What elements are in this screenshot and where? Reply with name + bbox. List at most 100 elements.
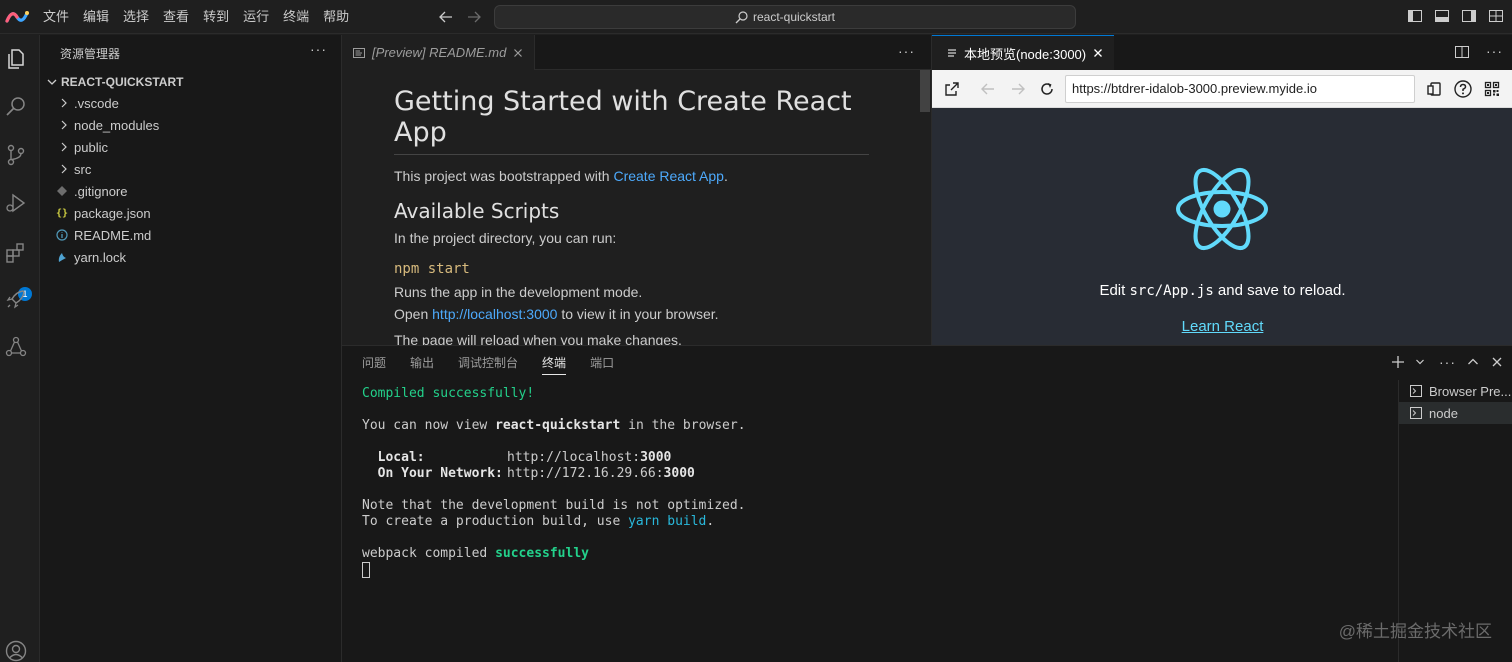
tree-folder-public[interactable]: public (40, 136, 342, 158)
tree-folder-node-modules[interactable]: node_modules (40, 114, 342, 136)
preview-tab-actions: ··· (1454, 44, 1503, 60)
tab-local-preview[interactable]: 本地预览(node:3000) (932, 35, 1115, 70)
activity-bar: 1 (0, 35, 40, 662)
toggle-secondary-sidebar-icon[interactable] (1461, 8, 1477, 24)
page-instruction-text: Edit src/App.js and save to reload. (1099, 282, 1346, 299)
menu-bar: 文件 编辑 选择 查看 转到 运行 终端 帮助 (36, 0, 356, 34)
devices-icon[interactable] (1426, 81, 1442, 97)
explorer-more-button[interactable]: ··· (310, 41, 327, 57)
split-editor-icon[interactable] (1454, 44, 1470, 60)
tab-ports[interactable]: 端口 (578, 346, 626, 380)
project-root-header[interactable]: REACT-QUICKSTART (40, 71, 342, 93)
history-nav (438, 8, 482, 26)
tree-file-gitignore[interactable]: .gitignore (40, 180, 342, 202)
back-arrow-icon[interactable] (980, 81, 996, 97)
run-debug-icon[interactable] (4, 191, 28, 215)
terminal-blank (362, 482, 1392, 498)
yarn-file-icon (58, 253, 66, 262)
terminal-item-node[interactable]: node (1399, 402, 1512, 424)
react-logo-icon (1176, 167, 1268, 251)
git-file-icon (57, 186, 67, 196)
toggle-panel-icon[interactable] (1434, 8, 1450, 24)
close-icon[interactable] (1092, 47, 1104, 59)
maximize-panel-icon[interactable] (1466, 355, 1480, 369)
new-terminal-plus-icon[interactable] (1391, 355, 1405, 369)
tab-terminal[interactable]: 终端 (530, 346, 578, 380)
learn-react-link[interactable]: Learn React (932, 318, 1512, 335)
browser-toolbar: https://btdrer-idalob-3000.preview.myide… (932, 70, 1512, 108)
menu-run[interactable]: 运行 (236, 0, 276, 34)
tab-readme-preview[interactable]: [Preview] README.md (342, 35, 536, 70)
open-external-icon[interactable] (944, 81, 960, 97)
search-icon[interactable] (4, 95, 28, 119)
command-center-label: react-quickstart (752, 10, 836, 24)
explorer-title: 资源管理器 (60, 47, 121, 61)
markdown-preview: Getting Started with Create React App Th… (394, 70, 869, 345)
tree-folder-src[interactable]: src (40, 158, 342, 180)
md-heading-3: npm start (394, 261, 470, 277)
layout-controls (1407, 8, 1504, 24)
qr-code-icon[interactable] (1484, 81, 1500, 97)
terminal-item-browser-preview[interactable]: Browser Pre... (1399, 380, 1512, 402)
tab-problems[interactable]: 问题 (350, 346, 398, 380)
menu-file[interactable]: 文件 (36, 0, 76, 34)
terminal-line: To create a production build, use yarn b… (362, 514, 715, 529)
close-icon[interactable] (1490, 355, 1504, 369)
close-icon[interactable] (512, 47, 524, 59)
forward-arrow-icon[interactable] (1010, 81, 1026, 97)
md-heading-2: Available Scripts (394, 199, 560, 223)
title-bar: 文件 编辑 选择 查看 转到 运行 终端 帮助 react-quickstart (0, 0, 1512, 34)
menu-terminal[interactable]: 终端 (276, 0, 316, 34)
toggle-sidebar-icon[interactable] (1407, 8, 1423, 24)
reload-icon[interactable] (1039, 81, 1055, 97)
terminal-output[interactable]: Compiled successfully! You can now view … (362, 386, 1392, 656)
tree-item-label: src (74, 161, 92, 177)
url-input[interactable]: https://btdrer-idalob-3000.preview.myide… (1065, 75, 1415, 103)
rocket-icon[interactable] (4, 287, 28, 311)
editor-more-button[interactable]: ··· (898, 43, 915, 59)
forward-arrow-icon[interactable] (466, 8, 482, 26)
help-icon[interactable] (1454, 80, 1472, 98)
terminal-item-label: node (1429, 405, 1458, 421)
tree-file-package-json[interactable]: {} package.json (40, 202, 342, 224)
remote-graph-icon[interactable] (4, 335, 28, 359)
menu-go[interactable]: 转到 (196, 0, 236, 34)
command-center[interactable]: react-quickstart (494, 5, 1076, 29)
source-control-icon[interactable] (4, 143, 28, 167)
account-icon[interactable] (4, 639, 28, 662)
create-react-app-link[interactable]: Create React App (613, 168, 724, 184)
preview-more-button[interactable]: ··· (1486, 44, 1503, 60)
extensions-icon[interactable] (4, 241, 28, 265)
menu-selection[interactable]: 选择 (116, 0, 156, 34)
watermark: @稀土掘金技术社区 (1338, 622, 1492, 641)
editor-tab-bar: [Preview] README.md ··· (342, 35, 931, 70)
tree-file-readme[interactable]: README.md (40, 224, 342, 246)
terminal-icon (1410, 385, 1422, 397)
preview-tab-bar: 本地预览(node:3000) ··· (932, 35, 1512, 70)
md-paragraph: This project was bootstrapped with Creat… (394, 168, 728, 184)
json-file-icon: {} (55, 207, 69, 219)
chevron-right-icon (61, 120, 67, 130)
terminal-blank (362, 434, 1392, 450)
menu-edit[interactable]: 编辑 (76, 0, 116, 34)
menu-lines-icon (948, 49, 956, 57)
explorer-icon[interactable] (4, 47, 28, 71)
localhost-link[interactable]: http://localhost:3000 (432, 306, 557, 322)
tab-output[interactable]: 输出 (398, 346, 446, 380)
menu-view[interactable]: 查看 (156, 0, 196, 34)
tree-item-label: public (74, 139, 108, 155)
tab-debug-console[interactable]: 调试控制台 (446, 346, 530, 380)
tree-folder-vscode[interactable]: .vscode (40, 92, 342, 114)
tree-item-label: .gitignore (74, 183, 128, 199)
panel-actions: ··· (1391, 355, 1504, 369)
editor-scrollbar[interactable] (920, 70, 930, 112)
editor-group: [Preview] README.md ··· Getting Started … (342, 35, 931, 345)
chevron-down-icon[interactable] (1415, 357, 1425, 367)
panel-tabs: 问题 输出 调试控制台 终端 端口 (350, 346, 626, 380)
menu-help[interactable]: 帮助 (316, 0, 356, 34)
panel-more-button[interactable]: ··· (1439, 355, 1456, 369)
terminal-cursor (362, 562, 370, 578)
customize-layout-icon[interactable] (1488, 8, 1504, 24)
tree-file-yarn-lock[interactable]: yarn.lock (40, 246, 342, 268)
back-arrow-icon[interactable] (438, 8, 454, 26)
